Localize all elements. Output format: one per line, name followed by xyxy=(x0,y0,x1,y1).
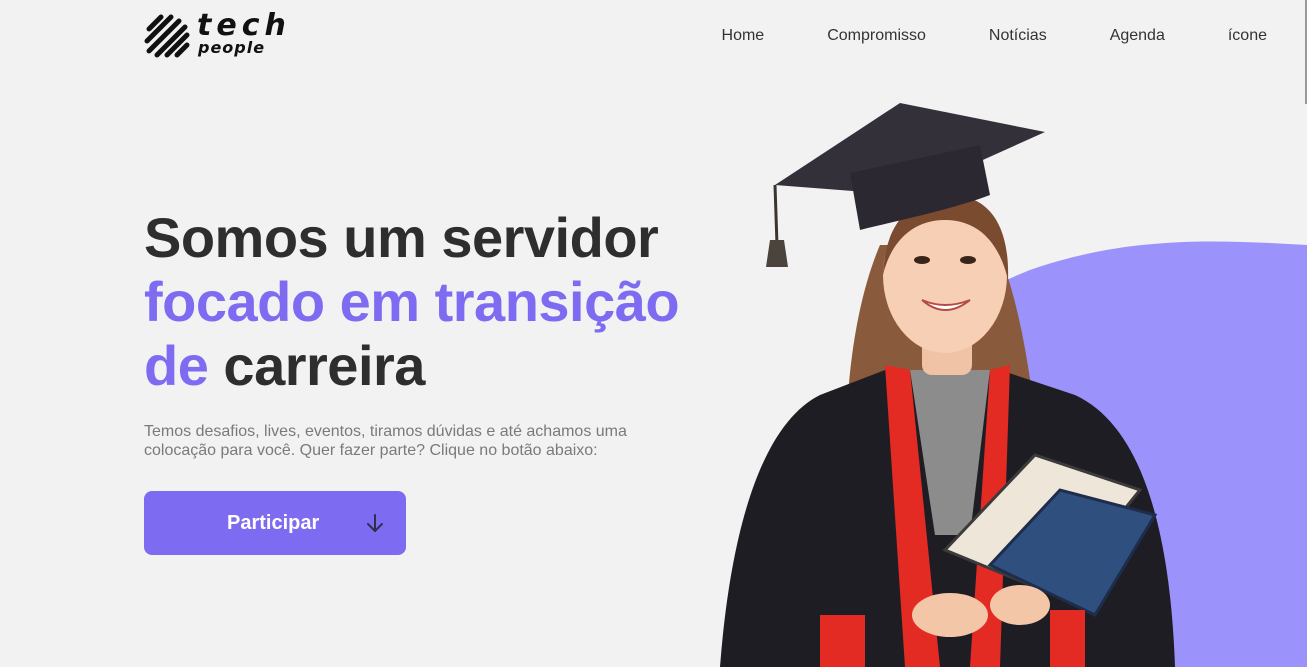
logo-wordmark: tech people xyxy=(197,8,303,59)
nav-agenda[interactable]: Agenda xyxy=(1110,26,1165,46)
nav-noticias[interactable]: Notícias xyxy=(989,26,1047,46)
graduate-student-illustration xyxy=(720,103,1307,667)
cuff-left xyxy=(820,615,865,667)
left-hand xyxy=(912,593,988,637)
hero-headline: Somos um servidor focado em transição de… xyxy=(144,206,704,398)
right-eye xyxy=(960,256,976,264)
participar-button-label: Participar xyxy=(227,512,320,534)
right-hand xyxy=(990,585,1050,625)
nav-compromisso[interactable]: Compromisso xyxy=(827,26,926,46)
nav-icone[interactable]: ícone xyxy=(1228,26,1267,46)
headline-line-3-accent: de xyxy=(144,334,209,397)
tassel-shape xyxy=(766,240,788,267)
participar-button[interactable]: Participar xyxy=(144,491,406,555)
left-eye xyxy=(914,256,930,264)
main-nav: Home Compromisso Notícias Agenda ícone xyxy=(722,26,1267,46)
landing-page: tech people Home Compromisso Notícias Ag… xyxy=(0,0,1307,667)
site-header: tech people Home Compromisso Notícias Ag… xyxy=(0,0,1307,104)
logo-text-people: people xyxy=(198,38,266,57)
cuff-right xyxy=(1050,610,1085,667)
nav-home[interactable]: Home xyxy=(722,26,765,46)
tassel-string xyxy=(773,184,779,246)
hero-subtitle: Temos desafios, lives, eventos, tiramos … xyxy=(144,423,627,459)
headline-line-2-accent: focado em transição xyxy=(144,270,680,333)
headline-line-3-rest: carreira xyxy=(223,334,425,397)
logo-text-tech: tech xyxy=(197,8,291,43)
tech-people-logo[interactable]: tech people xyxy=(143,10,303,62)
headline-line-1: Somos um servidor xyxy=(144,206,659,269)
logo-stripes-icon xyxy=(144,14,190,58)
arrow-down-icon xyxy=(367,514,383,532)
